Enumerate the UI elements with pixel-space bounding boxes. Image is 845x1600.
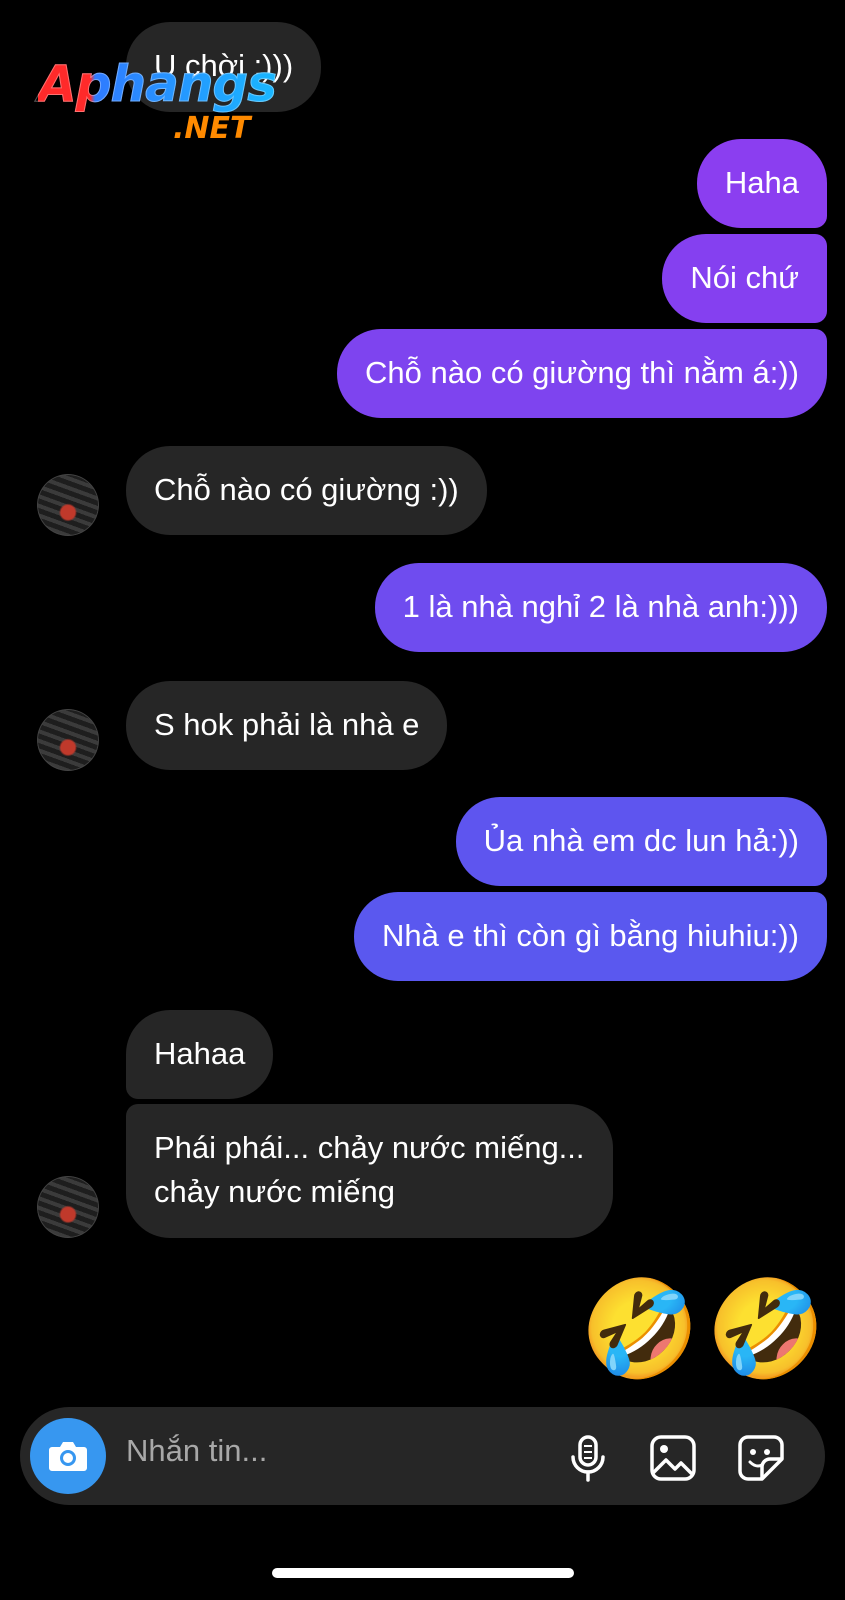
message-bubble-outgoing[interactable]: Ủa nhà em dc lun hả:)) [455, 797, 827, 886]
watermark-subtext: .NET [173, 111, 251, 146]
message-bubble-outgoing[interactable]: 1 là nhà nghỉ 2 là nhà anh:))) [374, 563, 827, 652]
gallery-icon[interactable] [648, 1433, 698, 1483]
message-bubble-incoming[interactable]: Chỗ nào có giường :)) [126, 446, 487, 535]
microphone-icon[interactable] [563, 1433, 613, 1483]
message-bubble-incoming[interactable]: S hok phải là nhà e [126, 681, 448, 770]
message-bubble-outgoing[interactable]: Haha [696, 139, 827, 228]
message-text-line: chảy nước miếng [154, 1174, 395, 1209]
watermark-logo: Aphangs .NET [38, 55, 278, 147]
camera-icon [49, 1442, 87, 1471]
watermark-text: Aphangs [38, 55, 278, 114]
message-text-line: Phái phái... chảy nước miếng... [154, 1130, 585, 1165]
message-bubble-incoming[interactable]: Hahaa [126, 1010, 274, 1099]
message-bubble-outgoing[interactable]: Nhà e thì còn gì bằng hiuhiu:)) [353, 892, 827, 981]
message-bubble-outgoing[interactable]: Nói chứ [662, 234, 827, 323]
message-input[interactable]: Nhắn tin... [126, 1433, 267, 1469]
message-composer: Nhắn tin... [20, 1407, 825, 1505]
camera-button[interactable] [30, 1418, 106, 1494]
message-bubble-outgoing[interactable]: Chỗ nào có giường thì nằm á:)) [337, 329, 827, 418]
contact-avatar[interactable] [37, 474, 99, 536]
rolling-on-floor-laughing-emoji[interactable]: 🤣 [706, 1282, 826, 1378]
sticker-icon[interactable] [736, 1433, 786, 1483]
home-indicator[interactable] [272, 1568, 574, 1578]
contact-avatar[interactable] [37, 1176, 99, 1238]
message-bubble-incoming[interactable]: Phái phái... chảy nước miếng... chảy nướ… [126, 1104, 613, 1238]
contact-avatar[interactable] [37, 709, 99, 771]
rolling-on-floor-laughing-emoji[interactable]: 🤣 [580, 1282, 700, 1378]
